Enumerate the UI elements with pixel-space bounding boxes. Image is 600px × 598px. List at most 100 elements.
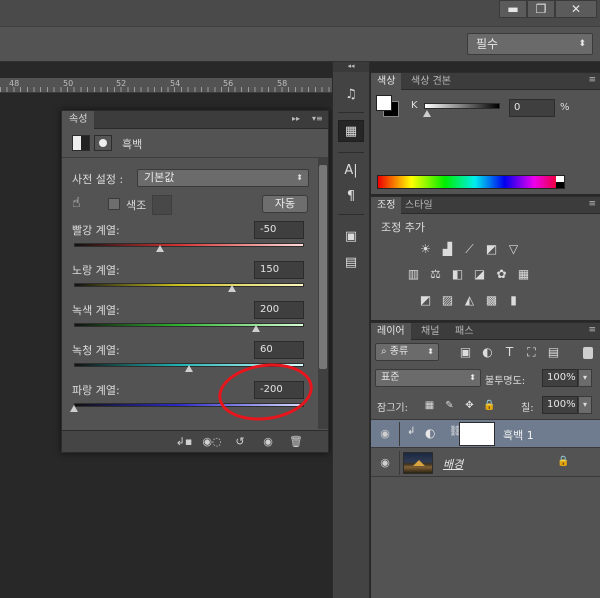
opacity-label: 불투명도: [485,376,526,387]
divider [338,112,364,113]
brightness-icon[interactable]: ☀ [417,242,434,257]
fill-input[interactable]: 100% [542,396,578,414]
reset-icon[interactable]: ↺ [228,434,252,450]
tab-layers[interactable]: 레이어 [371,323,411,340]
opacity-dropdown[interactable]: ▾ [578,369,592,387]
reds-value-input[interactable]: -50 [254,221,304,239]
tab-styles[interactable]: 스타일 [399,197,439,214]
panel-menu-icon[interactable]: ≡ [588,75,596,85]
filter-pixel-icon[interactable]: ▣ [457,345,474,360]
layer-mask-thumbnail[interactable] [459,422,495,446]
blues-slider-thumb[interactable] [70,405,78,412]
k-slider-track[interactable] [424,103,500,109]
tab-adjustments[interactable]: 조정 [371,197,402,214]
workspace-switcher[interactable]: 필수 ⬍ [467,33,593,55]
visibility-eye-icon[interactable]: ◉ [256,434,280,450]
photo-filter-icon[interactable]: ◪ [471,267,488,282]
layer-row-background[interactable]: ◉ 배경 🔒 [371,449,600,477]
cyans-slider-thumb[interactable] [185,365,193,372]
close-button[interactable]: ✕ [555,0,597,18]
greens-slider-track[interactable] [74,323,304,327]
targeted-adjustment-hand-icon[interactable]: ☝ [72,195,81,211]
lock-transparent-icon[interactable]: ▦ [421,398,438,413]
paragraph-icon[interactable]: ¶ [338,186,364,208]
k-value-input[interactable]: 0 [509,99,555,117]
clip-to-layer-icon[interactable]: ↲▪ [172,434,196,450]
visibility-eye-icon[interactable]: ◉ [378,456,392,470]
invert-icon[interactable]: ◩ [417,293,434,308]
fill-dropdown[interactable]: ▾ [578,396,592,414]
threshold-icon[interactable]: ◭ [461,293,478,308]
greens-slider-thumb[interactable] [252,325,261,332]
lock-pixels-icon[interactable]: ✎ [441,398,458,413]
foreground-color-swatch[interactable] [376,95,392,111]
properties-scrollbar[interactable] [318,157,328,429]
horizontal-ruler: 48 50 52 54 56 58 [0,78,332,93]
properties-panel-icon[interactable]: ▦ [338,120,364,142]
auto-button[interactable]: 자동 [262,195,308,213]
tab-channels[interactable]: 채널 [415,323,445,340]
notes-icon[interactable]: ▤ [338,252,364,274]
panel-menu-icon[interactable]: ▾≡ [312,114,323,123]
dock-collapse-icon[interactable]: ◂◂ [333,62,369,72]
yellows-value-input[interactable]: 150 [254,261,304,279]
color-balance-icon[interactable]: ⚖ [427,267,444,282]
black-white-adjustment-icon[interactable] [72,135,90,151]
color-lookup-icon[interactable]: ▦ [515,267,532,282]
filter-adjustment-icon[interactable]: ◐ [479,345,496,360]
preset-select[interactable]: 기본값 ⬍ [137,169,309,187]
opacity-input[interactable]: 100% [542,369,578,387]
filter-type-icon[interactable]: T [501,345,518,360]
character-icon[interactable]: A| [338,160,364,182]
tint-checkbox[interactable] [108,198,120,210]
tab-paths[interactable]: 패스 [449,323,479,340]
view-previous-state-icon[interactable]: ◉◌ [200,434,224,450]
panel-menu-icon[interactable]: ≡ [588,325,596,335]
layer-row-adjustment[interactable]: ◉ ↲ ◐ ⛓ 흑백 1 [371,420,600,448]
filter-toggle-icon[interactable] [583,347,593,359]
color-spectrum-bar[interactable] [377,175,565,189]
channel-mixer-icon[interactable]: ✿ [493,267,510,282]
add-adjustment-label: 조정 추가 [381,221,425,234]
tab-color[interactable]: 색상 [371,73,402,90]
hue-saturation-icon[interactable]: ▥ [405,267,422,282]
layer-comps-icon[interactable]: ▣ [338,226,364,248]
gradient-map-icon[interactable]: ▮ [505,293,522,308]
yellows-slider-track[interactable] [74,283,304,287]
selective-color-icon[interactable]: ▩ [483,293,500,308]
delete-trash-icon[interactable]: 🗑 [284,434,308,450]
restore-button[interactable]: ❐ [527,0,555,18]
layer-name[interactable]: 배경 [443,456,463,472]
posterize-icon[interactable]: ▨ [439,293,456,308]
blend-mode-select[interactable]: 표준 ⬍ [375,369,481,387]
scrollbar-thumb[interactable] [319,165,327,369]
tab-properties[interactable]: 속성 [62,111,95,129]
k-slider-thumb[interactable] [423,110,431,117]
black-white-icon[interactable]: ◧ [449,267,466,282]
reds-slider-track[interactable] [74,243,304,247]
visibility-eye-icon[interactable]: ◉ [378,427,392,441]
cyans-value-input[interactable]: 60 [254,341,304,359]
history-icon[interactable]: ♫ [338,84,364,106]
greens-value-input[interactable]: 200 [254,301,304,319]
layer-thumbnail[interactable] [403,452,433,474]
mask-icon[interactable] [94,135,112,151]
minimize-button[interactable]: ▬ [499,0,527,18]
layer-name[interactable]: 흑백 1 [503,427,534,443]
yellows-slider-thumb[interactable] [228,285,237,292]
collapse-icon[interactable]: ▸▸ [292,114,300,123]
exposure-icon[interactable]: ◩ [483,242,500,257]
curves-icon[interactable]: ⟋ [461,242,478,257]
lock-position-icon[interactable]: ✥ [461,398,478,413]
tint-color-swatch[interactable] [152,195,172,215]
filter-smart-object-icon[interactable]: ▤ [545,345,562,360]
panel-menu-icon[interactable]: ≡ [588,199,596,209]
tab-swatches[interactable]: 색상 견본 [405,73,457,90]
ruler-ticks [0,87,332,92]
vibrance-icon[interactable]: ▽ [505,242,522,257]
layer-filter-select[interactable]: ⌕ 종류 ⬍ [375,343,439,361]
levels-icon[interactable]: ▟ [439,242,456,257]
filter-shape-icon[interactable]: ⛶ [523,345,540,360]
lock-all-icon[interactable]: 🔒 [481,398,498,413]
reds-slider-thumb[interactable] [156,245,165,252]
